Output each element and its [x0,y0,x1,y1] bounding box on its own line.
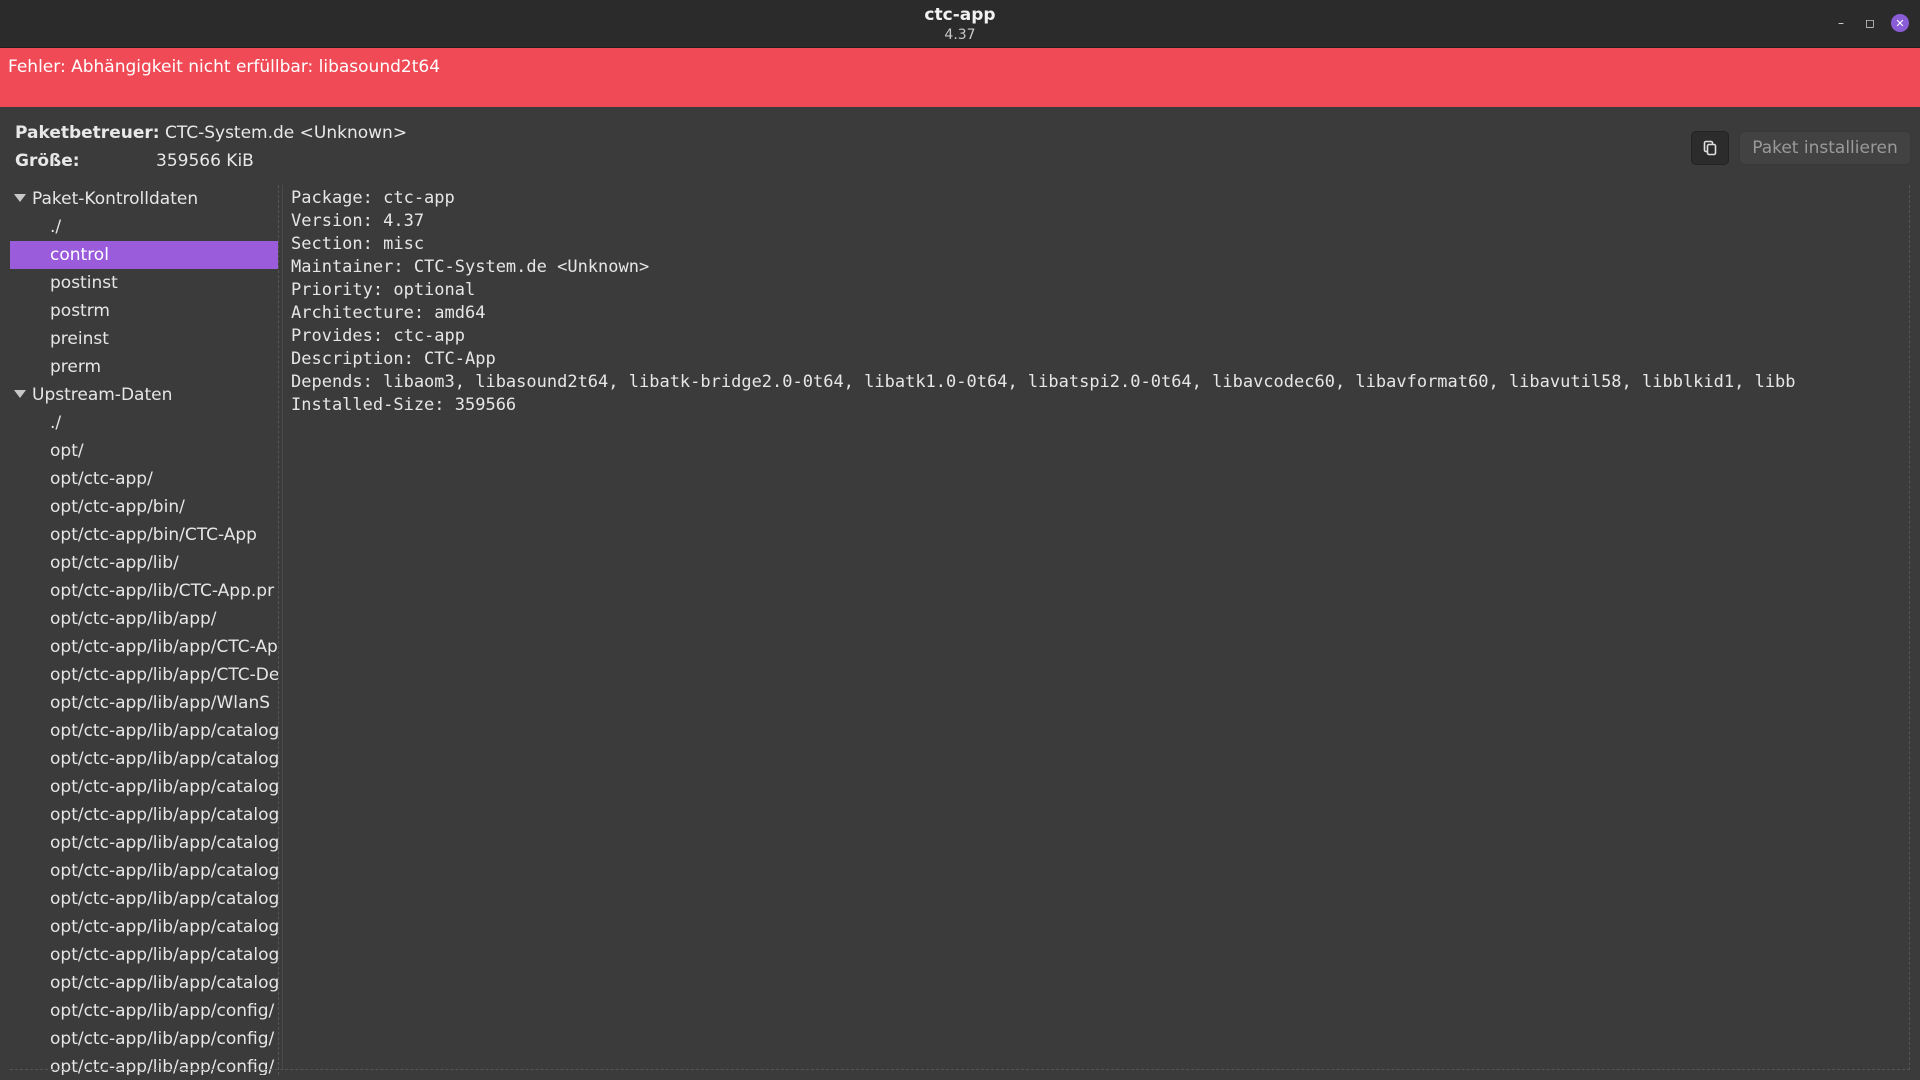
tree-item[interactable]: opt/ctc-app/lib/app/CTC-De [10,661,278,689]
tree-item[interactable]: opt/ctc-app/lib/app/config/ [10,1025,278,1053]
tree-item[interactable]: preinst [10,325,278,353]
tree-item[interactable]: postinst [10,269,278,297]
close-icon[interactable]: ✕ [1891,14,1909,32]
tree-item[interactable]: opt/ctc-app/lib/app/catalog [10,801,278,829]
tree-item[interactable]: opt/ctc-app/lib/ [10,549,278,577]
install-package-button[interactable]: Paket installieren [1739,131,1911,165]
tree-item[interactable]: opt/ctc-app/lib/app/catalog [10,969,278,997]
control-line: Installed-Size: 359566 [291,395,517,415]
tree-item[interactable]: opt/ctc-app/lib/app/config/ [10,1053,278,1075]
expander-arrow-icon[interactable] [14,390,26,398]
expander-arrow-icon[interactable] [14,194,26,202]
size-label: Größe: [15,151,80,171]
copy-button[interactable] [1691,131,1729,165]
size-row: Größe: 359566 KiB [15,151,254,171]
error-message: Fehler: Abhängigkeit nicht erfüllbar: li… [8,57,441,77]
tree-item[interactable]: postrm [10,297,278,325]
control-line: Description: CTC-App [291,349,496,369]
tree-item[interactable]: opt/ctc-app/lib/CTC-App.pr [10,577,278,605]
tree-item[interactable]: opt/ctc-app/bin/CTC-App [10,521,278,549]
control-line: Package: ctc-app [291,188,455,208]
title-bar: ctc-app 4.37 – ◻ ✕ [0,0,1920,48]
file-tree[interactable]: Paket-Kontrolldaten ./control postinst post… [10,185,279,1075]
tree-item[interactable]: control [10,241,278,269]
tree-item[interactable]: opt/ctc-app/lib/app/catalog [10,885,278,913]
maintainer-value: CTC-System.de <Unknown> [164,123,408,143]
control-file-view: Package: ctc-app Version: 4.37 Section: mi… [282,185,1910,1070]
tree-item[interactable]: opt/ [10,437,278,465]
tree-item[interactable]: opt/ctc-app/lib/app/config/ [10,997,278,1025]
bottom-divider [10,1069,1910,1071]
tree-item[interactable]: ./ [10,409,278,437]
tree-item[interactable]: opt/ctc-app/ [10,465,278,493]
window-title: ctc-app [924,5,996,25]
control-line: Version: 4.37 [291,211,425,231]
tree-item[interactable]: opt/ctc-app/lib/app/catalog [10,941,278,969]
window-subtitle: 4.37 [944,27,976,43]
control-line: Architecture: amd64 [291,303,486,323]
maintainer-row: Paketbetreuer: CTC-System.de <Unknown> [15,123,407,143]
tree-item[interactable]: opt/ctc-app/lib/app/CTC-Ap [10,633,278,661]
tree-group-label: Upstream-Daten [32,385,173,405]
tree-item[interactable]: opt/ctc-app/lib/app/WlanS [10,689,278,717]
maintainer-label: Paketbetreuer: [15,123,160,143]
tree-item[interactable]: opt/ctc-app/lib/app/catalog [10,913,278,941]
tree-item[interactable]: opt/ctc-app/lib/app/catalog [10,857,278,885]
control-line: Section: misc [291,234,425,254]
tree-group[interactable]: Upstream-Daten [10,381,278,409]
tree-group-label: Paket-Kontrolldaten [32,189,199,209]
control-line: Priority: optional [291,280,476,300]
error-banner: Fehler: Abhängigkeit nicht erfüllbar: li… [0,48,1920,107]
tree-item[interactable]: opt/ctc-app/lib/app/catalog [10,829,278,857]
tree-group[interactable]: Paket-Kontrolldaten [10,185,278,213]
tree-item[interactable]: opt/ctc-app/lib/app/ [10,605,278,633]
tree-item[interactable]: ./ [10,213,278,241]
control-line: Provides: ctc-app [291,326,465,346]
maximize-icon[interactable]: ◻ [1861,14,1879,32]
control-line: Maintainer: CTC-System.de <Unknown> [291,257,650,277]
size-value: 359566 KiB [156,151,254,171]
tree-item[interactable]: opt/ctc-app/lib/app/catalog [10,745,278,773]
tree-item[interactable]: opt/ctc-app/lib/app/catalog [10,717,278,745]
minimize-icon[interactable]: – [1832,14,1850,32]
tree-item[interactable]: prerm [10,353,278,381]
tree-item[interactable]: opt/ctc-app/lib/app/catalog [10,773,278,801]
copy-icon [1703,140,1717,156]
control-line: Depends: libaom3, libasound2t64, libatk-… [291,372,1796,392]
tree-item[interactable]: opt/ctc-app/bin/ [10,493,278,521]
